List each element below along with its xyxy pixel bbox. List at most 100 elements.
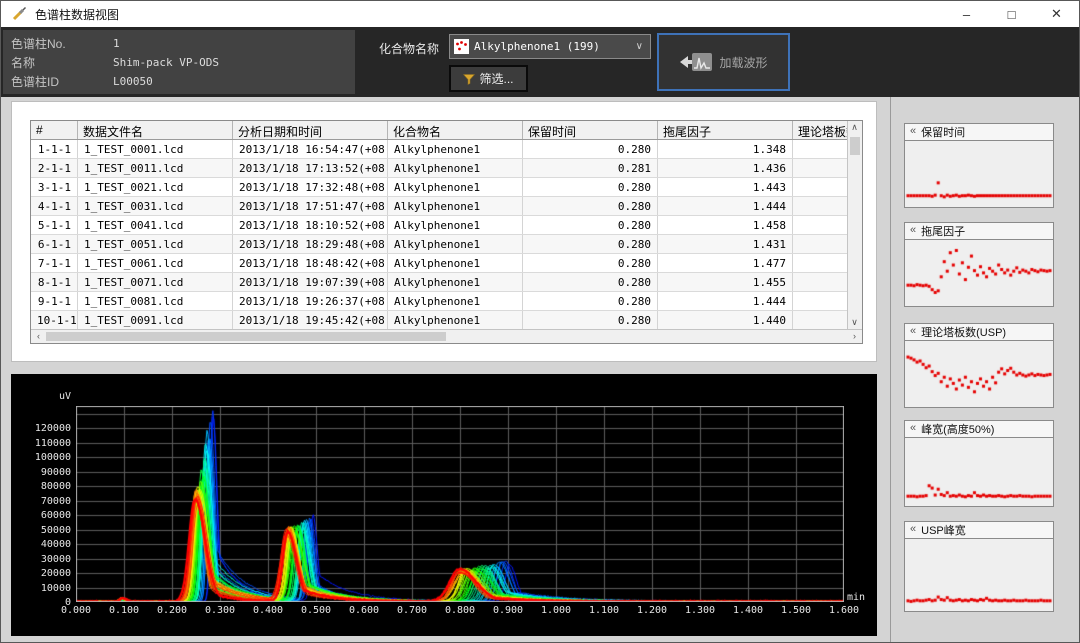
- column-header[interactable]: 化合物名: [388, 121, 523, 139]
- table-cell: 0.280: [523, 235, 658, 253]
- x-tick-label: 0.900: [486, 605, 530, 616]
- table-cell: 2013/1/18 16:54:47(+08:00): [233, 140, 388, 158]
- table-cell: [793, 235, 849, 253]
- column-header[interactable]: 数据文件名: [78, 121, 233, 139]
- trend-panel-header[interactable]: « 理论塔板数(USP): [904, 323, 1054, 341]
- y-tick-label: 30000: [25, 554, 71, 565]
- table-cell: 0.280: [523, 311, 658, 329]
- scroll-left-icon[interactable]: ‹: [32, 330, 45, 343]
- x-tick-label: 0.000: [54, 605, 98, 616]
- load-waveform-icon: [679, 51, 713, 73]
- trend-panel-header[interactable]: « 拖尾因子: [904, 222, 1054, 240]
- table-cell: Alkylphenone1: [388, 311, 523, 329]
- table-cell: 0.281: [523, 159, 658, 177]
- table-cell: 1_TEST_0041.lcd: [78, 216, 233, 234]
- table-cell: 1_TEST_0021.lcd: [78, 178, 233, 196]
- table-cell: [793, 273, 849, 291]
- table-cell: Alkylphenone1: [388, 273, 523, 291]
- trend-panel-uspwidth: « USP峰宽: [904, 521, 1054, 612]
- trend-canvas-tailing: [905, 240, 1053, 306]
- table-row[interactable]: 5-1-11_TEST_0041.lcd2013/1/18 18:10:52(+…: [31, 216, 862, 235]
- collapse-icon[interactable]: «: [910, 523, 916, 535]
- filter-button-label: 筛选...: [479, 70, 513, 87]
- table-row[interactable]: 1-1-11_TEST_0001.lcd2013/1/18 16:54:47(+…: [31, 140, 862, 159]
- table-cell: 1_TEST_0061.lcd: [78, 254, 233, 272]
- table-cell: 5-1-1: [31, 216, 78, 234]
- table-cell: 2013/1/18 19:26:37(+08:00): [233, 292, 388, 310]
- table-cell: 10-1-1: [31, 311, 78, 329]
- table-row[interactable]: 10-1-11_TEST_0091.lcd2013/1/18 19:45:42(…: [31, 311, 862, 330]
- collapse-icon[interactable]: «: [910, 422, 916, 434]
- trend-panel-header[interactable]: « USP峰宽: [904, 521, 1054, 539]
- trend-panel-header[interactable]: « 保留时间: [904, 123, 1054, 141]
- grid-body: 1-1-11_TEST_0001.lcd2013/1/18 16:54:47(+…: [31, 140, 862, 330]
- info-row: 名称 Shim-pack VP-ODS: [11, 53, 347, 72]
- table-cell: [793, 140, 849, 158]
- table-cell: 0.280: [523, 254, 658, 272]
- trend-panel-retention: « 保留时间: [904, 123, 1054, 208]
- vertical-scrollbar[interactable]: ∧ ∨: [847, 121, 862, 329]
- scroll-right-icon[interactable]: ›: [848, 330, 861, 343]
- y-tick-label: 10000: [25, 583, 71, 594]
- table-cell: 1.348: [658, 140, 793, 158]
- trend-panel-title: 拖尾因子: [921, 223, 965, 239]
- vertical-scroll-thumb[interactable]: [850, 137, 860, 155]
- column-header[interactable]: 保留时间: [523, 121, 658, 139]
- table-cell: 9-1-1: [31, 292, 78, 310]
- header-band: 色谱柱No. 1 名称 Shim-pack VP-ODS 色谱柱ID L0005…: [1, 27, 1079, 97]
- column-header[interactable]: 理论塔板数: [793, 121, 849, 139]
- table-cell: 0.280: [523, 292, 658, 310]
- x-tick-label: 0.400: [246, 605, 290, 616]
- compound-name-label: 化合物名称: [379, 40, 439, 57]
- y-tick-label: 100000: [25, 452, 71, 463]
- scroll-down-icon[interactable]: ∨: [848, 316, 861, 329]
- table-cell: Alkylphenone1: [388, 254, 523, 272]
- x-tick-label: 0.300: [198, 605, 242, 616]
- compound-select[interactable]: Alkylphenone1 (199) ∨: [449, 34, 651, 59]
- column-header[interactable]: 分析日期和时间: [233, 121, 388, 139]
- table-row[interactable]: 6-1-11_TEST_0051.lcd2013/1/18 18:29:48(+…: [31, 235, 862, 254]
- y-tick-label: 90000: [25, 467, 71, 478]
- collapse-icon[interactable]: «: [910, 125, 916, 137]
- close-button[interactable]: ✕: [1034, 1, 1079, 27]
- table-row[interactable]: 9-1-11_TEST_0081.lcd2013/1/18 19:26:37(+…: [31, 292, 862, 311]
- horizontal-scrollbar[interactable]: ‹ ›: [31, 329, 862, 343]
- load-waveform-label: 加载波形: [719, 54, 767, 71]
- table-cell: 1_TEST_0091.lcd: [78, 311, 233, 329]
- table-row[interactable]: 3-1-11_TEST_0021.lcd2013/1/18 17:32:48(+…: [31, 178, 862, 197]
- table-cell: 2013/1/18 18:48:42(+08:00): [233, 254, 388, 272]
- trend-canvas-uspwidth: [905, 539, 1053, 611]
- table-row[interactable]: 7-1-11_TEST_0061.lcd2013/1/18 18:48:42(+…: [31, 254, 862, 273]
- horizontal-scroll-thumb[interactable]: [46, 332, 446, 341]
- table-cell: 8-1-1: [31, 273, 78, 291]
- maximize-button[interactable]: □: [989, 1, 1034, 27]
- table-cell: [793, 159, 849, 177]
- y-tick-label: 80000: [25, 481, 71, 492]
- column-header[interactable]: 拖尾因子: [658, 121, 793, 139]
- x-tick-label: 1.400: [726, 605, 770, 616]
- minimize-button[interactable]: –: [944, 1, 989, 27]
- scroll-up-icon[interactable]: ∧: [848, 121, 861, 134]
- x-axis-unit-label: min: [847, 592, 865, 603]
- table-cell: 0.280: [523, 140, 658, 158]
- table-cell: 0.280: [523, 216, 658, 234]
- collapse-icon[interactable]: «: [910, 325, 916, 337]
- table-row[interactable]: 4-1-11_TEST_0031.lcd2013/1/18 17:51:47(+…: [31, 197, 862, 216]
- filter-button[interactable]: 筛选...: [449, 65, 528, 92]
- table-cell: 2013/1/18 17:13:52(+08:00): [233, 159, 388, 177]
- table-row[interactable]: 2-1-11_TEST_0011.lcd2013/1/18 17:13:52(+…: [31, 159, 862, 178]
- table-cell: Alkylphenone1: [388, 159, 523, 177]
- table-row[interactable]: 8-1-11_TEST_0071.lcd2013/1/18 19:07:39(+…: [31, 273, 862, 292]
- info-row: 色谱柱ID L00050: [11, 72, 347, 91]
- load-waveform-button[interactable]: 加载波形: [657, 33, 790, 91]
- results-table: #数据文件名分析日期和时间化合物名保留时间拖尾因子理论塔板数 1-1-11_TE…: [30, 120, 863, 344]
- table-cell: 1.444: [658, 197, 793, 215]
- table-cell: 1_TEST_0031.lcd: [78, 197, 233, 215]
- results-panel: #数据文件名分析日期和时间化合物名保留时间拖尾因子理论塔板数 1-1-11_TE…: [11, 101, 877, 362]
- collapse-icon[interactable]: «: [910, 224, 916, 236]
- trend-canvas-plates: [905, 341, 1053, 407]
- table-cell: 1_TEST_0001.lcd: [78, 140, 233, 158]
- y-axis-unit-label: uV: [51, 391, 71, 402]
- column-header[interactable]: #: [31, 121, 78, 139]
- trend-panel-header[interactable]: « 峰宽(高度50%): [904, 420, 1054, 438]
